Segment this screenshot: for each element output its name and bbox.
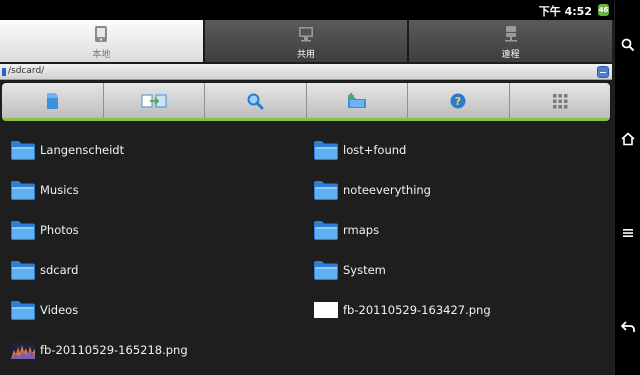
screen: 下午 4:52 46 本地 共用 遠程 /sdcard/ ? Langensch…	[0, 0, 640, 375]
location-tabs: 本地 共用 遠程	[0, 20, 613, 62]
tab-local[interactable]: 本地	[0, 20, 203, 62]
folder-item[interactable]: noteeverything	[303, 173, 603, 207]
file-name: Videos	[40, 303, 79, 317]
folder-item[interactable]: lost+found	[303, 133, 603, 167]
folder-item[interactable]: Langenscheidt	[0, 133, 300, 167]
help-icon: ?	[450, 93, 466, 108]
folder-icon	[313, 139, 339, 161]
back-icon	[621, 321, 635, 332]
network-icon	[502, 25, 520, 47]
folder-icon	[313, 179, 339, 201]
tab-local-label: 本地	[92, 50, 111, 60]
sdcard-button[interactable]	[2, 83, 104, 118]
collapse-button[interactable]	[597, 66, 609, 78]
current-path: /sdcard/	[8, 66, 45, 76]
nav-home-button[interactable]	[615, 124, 640, 154]
status-bar: 下午 4:52 46	[0, 0, 614, 20]
file-name: noteeverything	[343, 183, 431, 197]
new-folder-button[interactable]	[307, 83, 408, 118]
transfer-icon	[141, 94, 167, 107]
file-name: System	[343, 263, 386, 277]
nav-back-button[interactable]	[615, 312, 640, 342]
folder-item[interactable]: Photos	[0, 213, 300, 247]
tab-shared-label: 共用	[297, 50, 316, 60]
file-name: rmaps	[343, 223, 380, 237]
device-icon	[93, 25, 109, 47]
home-icon	[621, 132, 635, 146]
transfer-button[interactable]	[104, 83, 205, 118]
nav-search-button[interactable]	[615, 30, 640, 60]
path-marker-icon	[2, 68, 6, 76]
file-name: Photos	[40, 223, 79, 237]
menu-icon	[623, 229, 633, 237]
battery-icon: 46	[598, 4, 609, 16]
svg-text:?: ?	[455, 95, 461, 108]
tab-shared[interactable]: 共用	[204, 20, 408, 62]
path-bar: /sdcard/	[0, 64, 612, 80]
file-name: Musics	[40, 183, 79, 197]
grid-view-button[interactable]	[510, 83, 611, 118]
folder-icon	[313, 259, 339, 281]
toolbar: ?	[2, 83, 610, 121]
folder-icon	[10, 219, 36, 241]
file-name: fb-20110529-165218.png	[40, 343, 188, 357]
folder-item[interactable]: rmaps	[303, 213, 603, 247]
folder-icon	[10, 139, 36, 161]
file-item[interactable]: fb-20110529-163427.png	[303, 293, 603, 327]
search-button[interactable]	[205, 83, 307, 118]
folder-item[interactable]: sdcard	[0, 253, 300, 287]
image-file-icon	[313, 299, 339, 321]
file-name: sdcard	[40, 263, 79, 277]
folder-icon	[10, 259, 36, 281]
folder-icon	[10, 179, 36, 201]
folder-item[interactable]: System	[303, 253, 603, 287]
image-thumbnail-icon	[10, 339, 36, 361]
status-clock: 下午 4:52	[538, 5, 592, 18]
help-button[interactable]: ?	[408, 83, 510, 118]
search-icon	[621, 38, 635, 52]
tab-remote-label: 遠程	[501, 50, 520, 60]
folder-item[interactable]: Musics	[0, 173, 300, 207]
new-folder-icon	[347, 92, 366, 108]
file-item[interactable]: fb-20110529-165218.png	[0, 333, 300, 367]
computer-icon	[297, 25, 315, 47]
folder-icon	[313, 219, 339, 241]
file-name: Langenscheidt	[40, 143, 125, 157]
nav-menu-button[interactable]	[615, 218, 640, 248]
tab-remote[interactable]: 遠程	[409, 20, 613, 62]
sdcard-icon	[47, 92, 59, 109]
search-icon	[247, 93, 264, 109]
file-name: lost+found	[343, 143, 407, 157]
file-name: fb-20110529-163427.png	[343, 303, 491, 317]
grid-view-icon	[552, 93, 568, 108]
folder-item[interactable]: Videos	[0, 293, 300, 327]
folder-icon	[10, 299, 36, 321]
navigation-bar	[614, 0, 640, 375]
